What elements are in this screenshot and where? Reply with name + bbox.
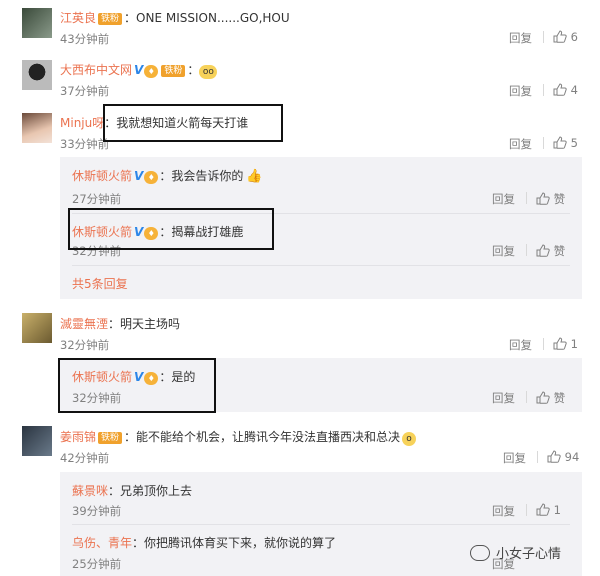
divider [72, 265, 570, 266]
divider [526, 244, 527, 256]
comment-author[interactable]: 滅靈無湮 [60, 317, 108, 331]
like-button[interactable]: 4 [553, 83, 578, 97]
like-button[interactable]: 6 [553, 30, 578, 44]
avatar[interactable] [22, 60, 52, 90]
like-label: 赞 [553, 244, 566, 258]
like-button[interactable]: 赞 [536, 191, 565, 207]
avatar[interactable] [22, 426, 52, 456]
thumbs-up-icon [553, 83, 567, 96]
comment-text: ：明天主场吗 [108, 317, 181, 331]
reply-time: 39分钟前 [72, 504, 122, 518]
reply-button[interactable]: 回复 [492, 390, 515, 406]
like-count: 94 [564, 450, 580, 464]
reply-text: ：兄弟顶你上去 [108, 484, 193, 498]
comment-author[interactable]: 大西布中文网 [60, 63, 132, 77]
verified-icon: V [134, 169, 144, 183]
divider [543, 137, 544, 149]
reply-author[interactable]: 乌伤、青年 [72, 536, 132, 550]
fan-badge: 铁粉 [161, 65, 186, 77]
reply-author[interactable]: 休斯顿火箭 [72, 169, 132, 183]
fan-badge: 铁粉 [98, 13, 123, 25]
divider [543, 31, 544, 43]
comment-time: 43分钟前 [60, 32, 110, 46]
reply-button[interactable]: 回复 [509, 337, 532, 353]
avatar[interactable] [22, 8, 52, 38]
comment-author[interactable]: 姜雨锦 [60, 430, 96, 444]
highlight-box [58, 358, 216, 413]
highlight-box [68, 208, 274, 250]
comment-text: ： [187, 63, 200, 77]
divider [72, 524, 570, 525]
divider [526, 391, 527, 403]
thumbs-up-icon [536, 391, 550, 404]
comment-time: 33分钟前 [60, 137, 110, 151]
avatar[interactable] [22, 313, 52, 343]
like-button[interactable]: 1 [553, 337, 578, 351]
comment-time: 42分钟前 [60, 451, 110, 465]
reply-button[interactable]: 回复 [492, 243, 515, 259]
like-button[interactable]: 赞 [536, 243, 565, 259]
highlight-box [103, 104, 283, 142]
thumbs-up-icon [553, 30, 567, 43]
thumbs-emoji-icon: 👍 [246, 169, 263, 184]
like-count: 1 [570, 337, 578, 351]
glasses-emoji-icon: oo [199, 65, 218, 79]
divider [537, 451, 538, 463]
watermark: 小女子心情 [470, 543, 561, 562]
comment-text: ：ONE MISSION......GO,HOU [124, 11, 290, 25]
like-count: 4 [570, 83, 578, 97]
thumbs-up-icon [536, 244, 550, 257]
like-count: 5 [570, 136, 578, 150]
reply-button[interactable]: 回复 [509, 30, 532, 46]
rank-icon: ♦ [144, 65, 159, 78]
surprised-emoji-icon: o [402, 432, 417, 446]
divider [526, 192, 527, 204]
thumbs-up-icon [536, 192, 550, 205]
like-button[interactable]: 94 [547, 450, 579, 464]
like-button[interactable]: 1 [536, 503, 561, 517]
comment-text: ：能不能给个机会，让腾讯今年没法直播西决和总决 [124, 430, 401, 444]
reply-time: 25分钟前 [72, 557, 122, 571]
divider [543, 84, 544, 96]
reply-text: ：你把腾讯体育买下来，就你说的算了 [132, 536, 337, 550]
like-button[interactable]: 赞 [536, 390, 565, 406]
like-count: 6 [570, 30, 578, 44]
comment-author[interactable]: 江英良 [60, 11, 96, 25]
wechat-icon [470, 545, 490, 561]
like-label: 赞 [553, 192, 566, 206]
thumbs-up-icon [536, 503, 550, 516]
comment-time: 37分钟前 [60, 84, 110, 98]
thumbs-up-icon [553, 337, 567, 350]
comment-author[interactable]: Minju呀 [60, 116, 104, 130]
more-replies-link[interactable]: 共5条回复 [72, 275, 128, 292]
comment-time: 32分钟前 [60, 338, 110, 352]
like-button[interactable]: 5 [553, 136, 578, 150]
thumbs-up-icon [553, 136, 567, 149]
divider [526, 504, 527, 516]
watermark-text: 小女子心情 [496, 547, 562, 562]
reply-button[interactable]: 回复 [492, 191, 515, 207]
reply-button[interactable]: 回复 [509, 136, 532, 152]
thumbs-up-icon [547, 450, 561, 463]
avatar[interactable] [22, 113, 52, 143]
like-count: 1 [553, 503, 561, 517]
reply-button[interactable]: 回复 [503, 450, 526, 466]
divider [543, 338, 544, 350]
fan-badge: 铁粉 [98, 432, 123, 444]
reply-time: 27分钟前 [72, 192, 122, 206]
reply-text: ：我会告诉你的 [159, 169, 244, 183]
reply-button[interactable]: 回复 [509, 83, 532, 99]
reply-button[interactable]: 回复 [492, 503, 515, 519]
rank-icon: ♦ [144, 171, 159, 184]
verified-icon: V [134, 63, 144, 77]
like-label: 赞 [553, 391, 566, 405]
reply-author[interactable]: 蘇景咪 [72, 484, 108, 498]
